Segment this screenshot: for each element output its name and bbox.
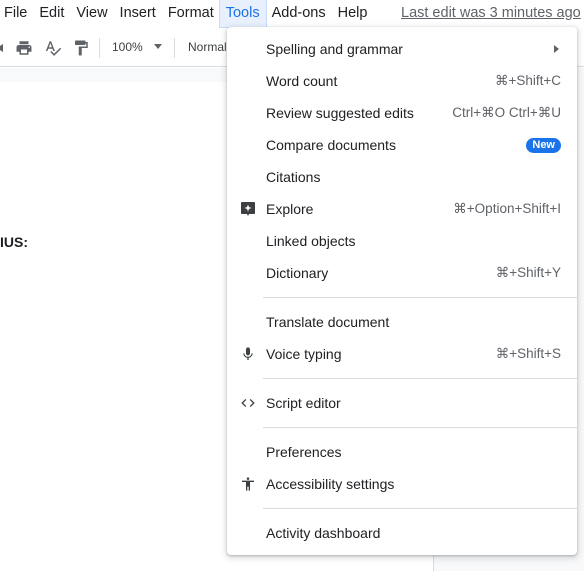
- menu-item-label: Citations: [266, 169, 321, 185]
- menu-item-translate-document[interactable]: Translate document: [227, 306, 577, 338]
- menu-item-dictionary[interactable]: Dictionary ⌘+Shift+Y: [227, 257, 577, 289]
- microphone-icon: [239, 345, 257, 363]
- spellcheck-icon[interactable]: [42, 36, 64, 60]
- menu-item-citations[interactable]: Citations: [227, 161, 577, 193]
- menu-item-label: Preferences: [266, 444, 342, 460]
- menu-item-accessibility-settings[interactable]: Accessibility settings: [227, 468, 577, 500]
- menu-item-label: Dictionary: [266, 265, 329, 281]
- shortcut-label: Ctrl+⌘O Ctrl+⌘U: [452, 105, 561, 120]
- menu-item-explore[interactable]: Explore ⌘+Option+Shift+I: [227, 193, 577, 225]
- menu-item-label: Accessibility settings: [266, 476, 395, 492]
- menu-edit[interactable]: Edit: [33, 0, 70, 27]
- menu-item-label: Activity dashboard: [266, 525, 381, 541]
- chevron-down-icon[interactable]: [154, 44, 162, 49]
- menu-help[interactable]: Help: [332, 0, 374, 27]
- menu-item-label: Spelling and grammar: [266, 41, 403, 57]
- menu-divider: [263, 378, 577, 379]
- menu-item-compare-documents[interactable]: Compare documents New: [227, 129, 577, 161]
- menu-item-review-suggested-edits[interactable]: Review suggested edits Ctrl+⌘O Ctrl+⌘U: [227, 97, 577, 129]
- menu-view[interactable]: View: [70, 0, 113, 27]
- menu-item-label: Word count: [266, 73, 338, 89]
- shortcut-label: ⌘+Shift+Y: [495, 265, 561, 280]
- menu-insert[interactable]: Insert: [114, 0, 162, 27]
- print-icon[interactable]: [13, 36, 35, 60]
- menu-divider: [263, 297, 577, 298]
- shortcut-label: ⌘+Shift+S: [495, 346, 561, 361]
- shortcut-label: ⌘+Shift+C: [494, 73, 561, 88]
- menu-item-label: Compare documents: [266, 137, 396, 153]
- menu-divider: [263, 508, 577, 509]
- document-text: IUS:: [0, 234, 28, 250]
- zoom-select[interactable]: 100%: [112, 40, 143, 54]
- menu-file[interactable]: File: [0, 0, 33, 27]
- last-edit-link[interactable]: Last edit was 3 minutes ago: [401, 0, 581, 27]
- menu-item-word-count[interactable]: Word count ⌘+Shift+C: [227, 65, 577, 97]
- menu-item-label: Script editor: [266, 395, 341, 411]
- menu-item-label: Explore: [266, 201, 314, 217]
- menu-tools[interactable]: Tools: [218, 0, 267, 28]
- menu-bar: File Edit View Insert Format Tools Add-o…: [0, 0, 584, 28]
- shortcut-label: ⌘+Option+Shift+I: [453, 201, 561, 216]
- menu-add-ons[interactable]: Add-ons: [266, 0, 332, 27]
- menu-item-preferences[interactable]: Preferences: [227, 436, 577, 468]
- docs-window: IUS: File Edit View Insert Format Tools …: [0, 0, 584, 571]
- paint-format-icon[interactable]: [70, 36, 92, 60]
- accessibility-icon: [239, 475, 257, 493]
- toolbar-divider: [99, 38, 100, 58]
- paragraph-style-select[interactable]: Normal: [188, 40, 227, 54]
- redo-icon[interactable]: [0, 36, 8, 60]
- tools-menu: Spelling and grammar Word count ⌘+Shift+…: [227, 27, 577, 555]
- new-badge: New: [526, 138, 561, 153]
- submenu-arrow-icon: [554, 45, 559, 53]
- menu-item-label: Translate document: [266, 314, 390, 330]
- menu-item-label: Review suggested edits: [266, 105, 414, 121]
- menu-item-label: Voice typing: [266, 346, 342, 362]
- explore-icon: [239, 200, 257, 218]
- menu-item-activity-dashboard[interactable]: Activity dashboard: [227, 517, 577, 549]
- menu-item-voice-typing[interactable]: Voice typing ⌘+Shift+S: [227, 338, 577, 370]
- menu-item-label: Linked objects: [266, 233, 356, 249]
- menu-divider: [263, 427, 577, 428]
- code-icon: [239, 394, 257, 412]
- menu-item-linked-objects[interactable]: Linked objects: [227, 225, 577, 257]
- menu-item-spelling-and-grammar[interactable]: Spelling and grammar: [227, 33, 577, 65]
- menu-item-script-editor[interactable]: Script editor: [227, 387, 577, 419]
- menu-format[interactable]: Format: [162, 0, 220, 27]
- toolbar-divider: [174, 38, 175, 58]
